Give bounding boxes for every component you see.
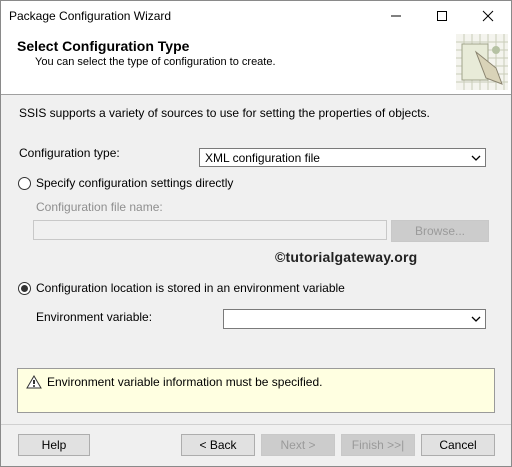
wizard-header: Select Configuration Type You can select… <box>1 31 511 95</box>
message-box: Environment variable information must be… <box>17 368 495 413</box>
close-button[interactable] <box>465 1 511 31</box>
config-type-select[interactable]: XML configuration file <box>199 148 486 167</box>
maximize-icon <box>437 11 447 21</box>
finish-button[interactable]: Finish >>| <box>341 434 415 456</box>
footer-divider <box>1 424 511 425</box>
radio-specify-directly-label: Specify configuration settings directly <box>36 176 234 190</box>
minimize-icon <box>391 15 401 17</box>
warning-icon <box>26 375 42 389</box>
intro-text: SSIS supports a variety of sources to us… <box>19 106 430 120</box>
minimize-button[interactable] <box>373 1 419 31</box>
chevron-down-icon <box>471 316 481 322</box>
title-bar: Package Configuration Wizard <box>1 1 511 31</box>
browse-button[interactable]: Browse... <box>391 220 489 242</box>
environment-variable-select[interactable] <box>223 309 486 329</box>
window-title: Package Configuration Wizard <box>9 9 172 23</box>
watermark-text: ©tutorialgateway.org <box>275 249 418 265</box>
back-button[interactable]: < Back <box>181 434 255 456</box>
maximize-button[interactable] <box>419 1 465 31</box>
page-subtitle: You can select the type of configuration… <box>35 56 276 68</box>
help-button[interactable]: Help <box>18 434 90 456</box>
radio-environment-variable-label: Configuration location is stored in an e… <box>36 281 345 295</box>
radio-environment-variable[interactable] <box>18 282 31 295</box>
message-text: Environment variable information must be… <box>47 375 323 389</box>
wizard-window: Package Configuration Wizard Select Conf… <box>0 0 512 467</box>
config-type-label: Configuration type: <box>19 146 120 160</box>
environment-variable-label: Environment variable: <box>36 310 153 324</box>
chevron-down-icon <box>471 155 481 161</box>
radio-specify-directly[interactable] <box>18 177 31 190</box>
config-type-value: XML configuration file <box>205 151 320 165</box>
cancel-button[interactable]: Cancel <box>421 434 495 456</box>
radio-selected-dot <box>21 285 28 292</box>
next-button[interactable]: Next > <box>261 434 335 456</box>
config-file-name-label: Configuration file name: <box>36 200 163 214</box>
close-icon <box>482 10 494 22</box>
wizard-graphic-icon <box>456 34 508 90</box>
config-file-name-input[interactable] <box>33 220 387 240</box>
page-title: Select Configuration Type <box>17 38 190 54</box>
